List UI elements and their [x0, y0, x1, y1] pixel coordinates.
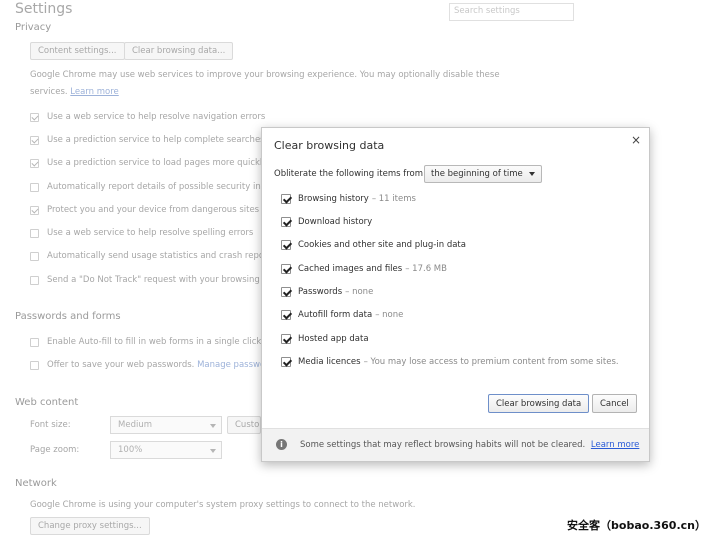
- option-label: Enable Auto-fill to fill in web forms in…: [47, 337, 265, 347]
- checkbox[interactable]: [30, 205, 39, 215]
- privacy-heading: Privacy: [15, 22, 52, 33]
- item-media-licences[interactable]: Media licences – You may lose access to …: [281, 357, 619, 367]
- page-zoom-select[interactable]: 100%: [110, 441, 222, 459]
- privacy-option-2[interactable]: Use a prediction service to load pages m…: [30, 158, 267, 168]
- dialog-footer: i Some settings that may reflect browsin…: [262, 428, 649, 461]
- network-heading: Network: [15, 478, 57, 489]
- item-label: Download history: [298, 217, 373, 227]
- save-passwords-option[interactable]: Offer to save your web passwords. Manage…: [30, 360, 265, 370]
- chevron-down-icon: [210, 449, 216, 453]
- manage-passwords-link[interactable]: Manage passwo: [197, 360, 265, 370]
- network-description: Google Chrome is using your computer's s…: [30, 500, 416, 510]
- privacy-learn-more-link[interactable]: Learn more: [70, 87, 118, 97]
- item-passwords[interactable]: Passwords – none: [281, 287, 373, 297]
- option-label: Use a prediction service to load pages m…: [47, 158, 268, 168]
- privacy-description-line1: Google Chrome may use web services to im…: [30, 70, 500, 80]
- checkbox[interactable]: [30, 228, 39, 238]
- item-download-history[interactable]: Download history: [281, 217, 375, 227]
- info-icon: i: [276, 439, 287, 450]
- option-label: Offer to save your web passwords.: [47, 360, 195, 370]
- clear-browsing-data-confirm-button[interactable]: Clear browsing data: [488, 394, 590, 413]
- checkbox[interactable]: [281, 217, 291, 227]
- chevron-down-icon: [529, 172, 535, 176]
- privacy-option-5[interactable]: Use a web service to help resolve spelli…: [30, 228, 253, 238]
- content-settings-button[interactable]: Content settings...: [30, 42, 125, 60]
- font-size-select[interactable]: Medium: [110, 416, 222, 434]
- chevron-down-icon: [210, 424, 216, 428]
- checkbox[interactable]: [30, 275, 39, 285]
- item-cookies[interactable]: Cookies and other site and plug-in data: [281, 240, 469, 250]
- checkbox[interactable]: [30, 337, 39, 347]
- change-proxy-settings-button[interactable]: Change proxy settings...: [30, 517, 150, 535]
- settings-title: Settings: [15, 1, 73, 17]
- clear-browsing-data-dialog: Clear browsing data × Obliterate the fol…: [261, 127, 650, 462]
- item-label: Browsing history: [298, 194, 369, 204]
- time-range-value: the beginning of time: [431, 169, 523, 179]
- cancel-button[interactable]: Cancel: [592, 394, 637, 413]
- checkbox[interactable]: [281, 240, 291, 250]
- close-icon[interactable]: ×: [631, 134, 641, 146]
- dialog-title: Clear browsing data: [274, 139, 385, 152]
- font-size-value: Medium: [118, 420, 152, 430]
- checkbox[interactable]: [30, 135, 39, 145]
- checkbox[interactable]: [281, 334, 291, 344]
- footer-note: Some settings that may reflect browsing …: [300, 440, 639, 450]
- item-detail: – You may lose access to premium content…: [363, 357, 619, 367]
- item-cached-images[interactable]: Cached images and files – 17.6 MB: [281, 264, 447, 274]
- privacy-option-6[interactable]: Automatically send usage statistics and …: [30, 251, 271, 261]
- item-autofill[interactable]: Autofill form data – none: [281, 310, 403, 320]
- item-detail: – none: [375, 310, 404, 320]
- item-label: Media licences: [298, 357, 361, 367]
- item-label: Cached images and files: [298, 264, 403, 274]
- item-label: Autofill form data: [298, 310, 373, 320]
- privacy-option-1[interactable]: Use a prediction service to help complet…: [30, 135, 273, 145]
- option-label: Use a web service to help resolve spelli…: [47, 228, 254, 238]
- obliterate-label: Obliterate the following items from:: [274, 169, 426, 179]
- time-range-select[interactable]: the beginning of time: [424, 165, 542, 183]
- checkbox[interactable]: [30, 158, 39, 168]
- footer-learn-more-link[interactable]: Learn more: [591, 440, 639, 450]
- item-hosted-app-data[interactable]: Hosted app data: [281, 334, 372, 344]
- item-browsing-history[interactable]: Browsing history – 11 items: [281, 194, 416, 204]
- clear-browsing-data-button[interactable]: Clear browsing data...: [124, 42, 234, 60]
- search-settings-input[interactable]: Search settings: [449, 3, 574, 21]
- privacy-option-7[interactable]: Send a "Do Not Track" request with your …: [30, 275, 266, 285]
- font-size-label: Font size:: [30, 420, 71, 430]
- page-zoom-value: 100%: [118, 445, 143, 455]
- privacy-option-4[interactable]: Protect you and your device from dangero…: [30, 205, 259, 215]
- checkbox[interactable]: [30, 112, 39, 122]
- option-label: Use a prediction service to help complet…: [47, 135, 273, 145]
- item-label: Passwords: [298, 287, 343, 297]
- privacy-description-line2: services. Learn more: [30, 87, 119, 97]
- option-label: Protect you and your device from dangero…: [47, 205, 260, 215]
- option-label: Send a "Do Not Track" request with your …: [47, 275, 266, 285]
- autofill-option[interactable]: Enable Auto-fill to fill in web forms in…: [30, 337, 264, 347]
- item-label: Cookies and other site and plug-in data: [298, 240, 466, 250]
- web-content-heading: Web content: [15, 397, 79, 408]
- checkbox[interactable]: [281, 194, 291, 204]
- page-zoom-label: Page zoom:: [30, 445, 80, 455]
- checkbox[interactable]: [281, 264, 291, 274]
- customize-fonts-button[interactable]: Custo: [227, 416, 261, 434]
- item-label: Hosted app data: [298, 334, 369, 344]
- privacy-option-0[interactable]: Use a web service to help resolve naviga…: [30, 112, 265, 122]
- checkbox[interactable]: [281, 357, 291, 367]
- item-detail: – 17.6 MB: [405, 264, 447, 274]
- privacy-option-3[interactable]: Automatically report details of possible…: [30, 182, 273, 192]
- checkbox[interactable]: [281, 310, 291, 320]
- option-label: Automatically report details of possible…: [47, 182, 274, 192]
- checkbox[interactable]: [30, 182, 39, 192]
- checkbox[interactable]: [30, 360, 39, 370]
- option-label: Use a web service to help resolve naviga…: [47, 112, 266, 122]
- passwords-heading: Passwords and forms: [15, 311, 121, 322]
- item-detail: – 11 items: [371, 194, 416, 204]
- privacy-description-services: services.: [30, 87, 68, 97]
- watermark: 安全客（bobao.360.cn）: [567, 519, 706, 532]
- checkbox[interactable]: [281, 287, 291, 297]
- checkbox[interactable]: [30, 251, 39, 261]
- item-detail: – none: [345, 287, 374, 297]
- footer-text: Some settings that may reflect browsing …: [300, 440, 586, 450]
- option-label: Automatically send usage statistics and …: [47, 251, 271, 261]
